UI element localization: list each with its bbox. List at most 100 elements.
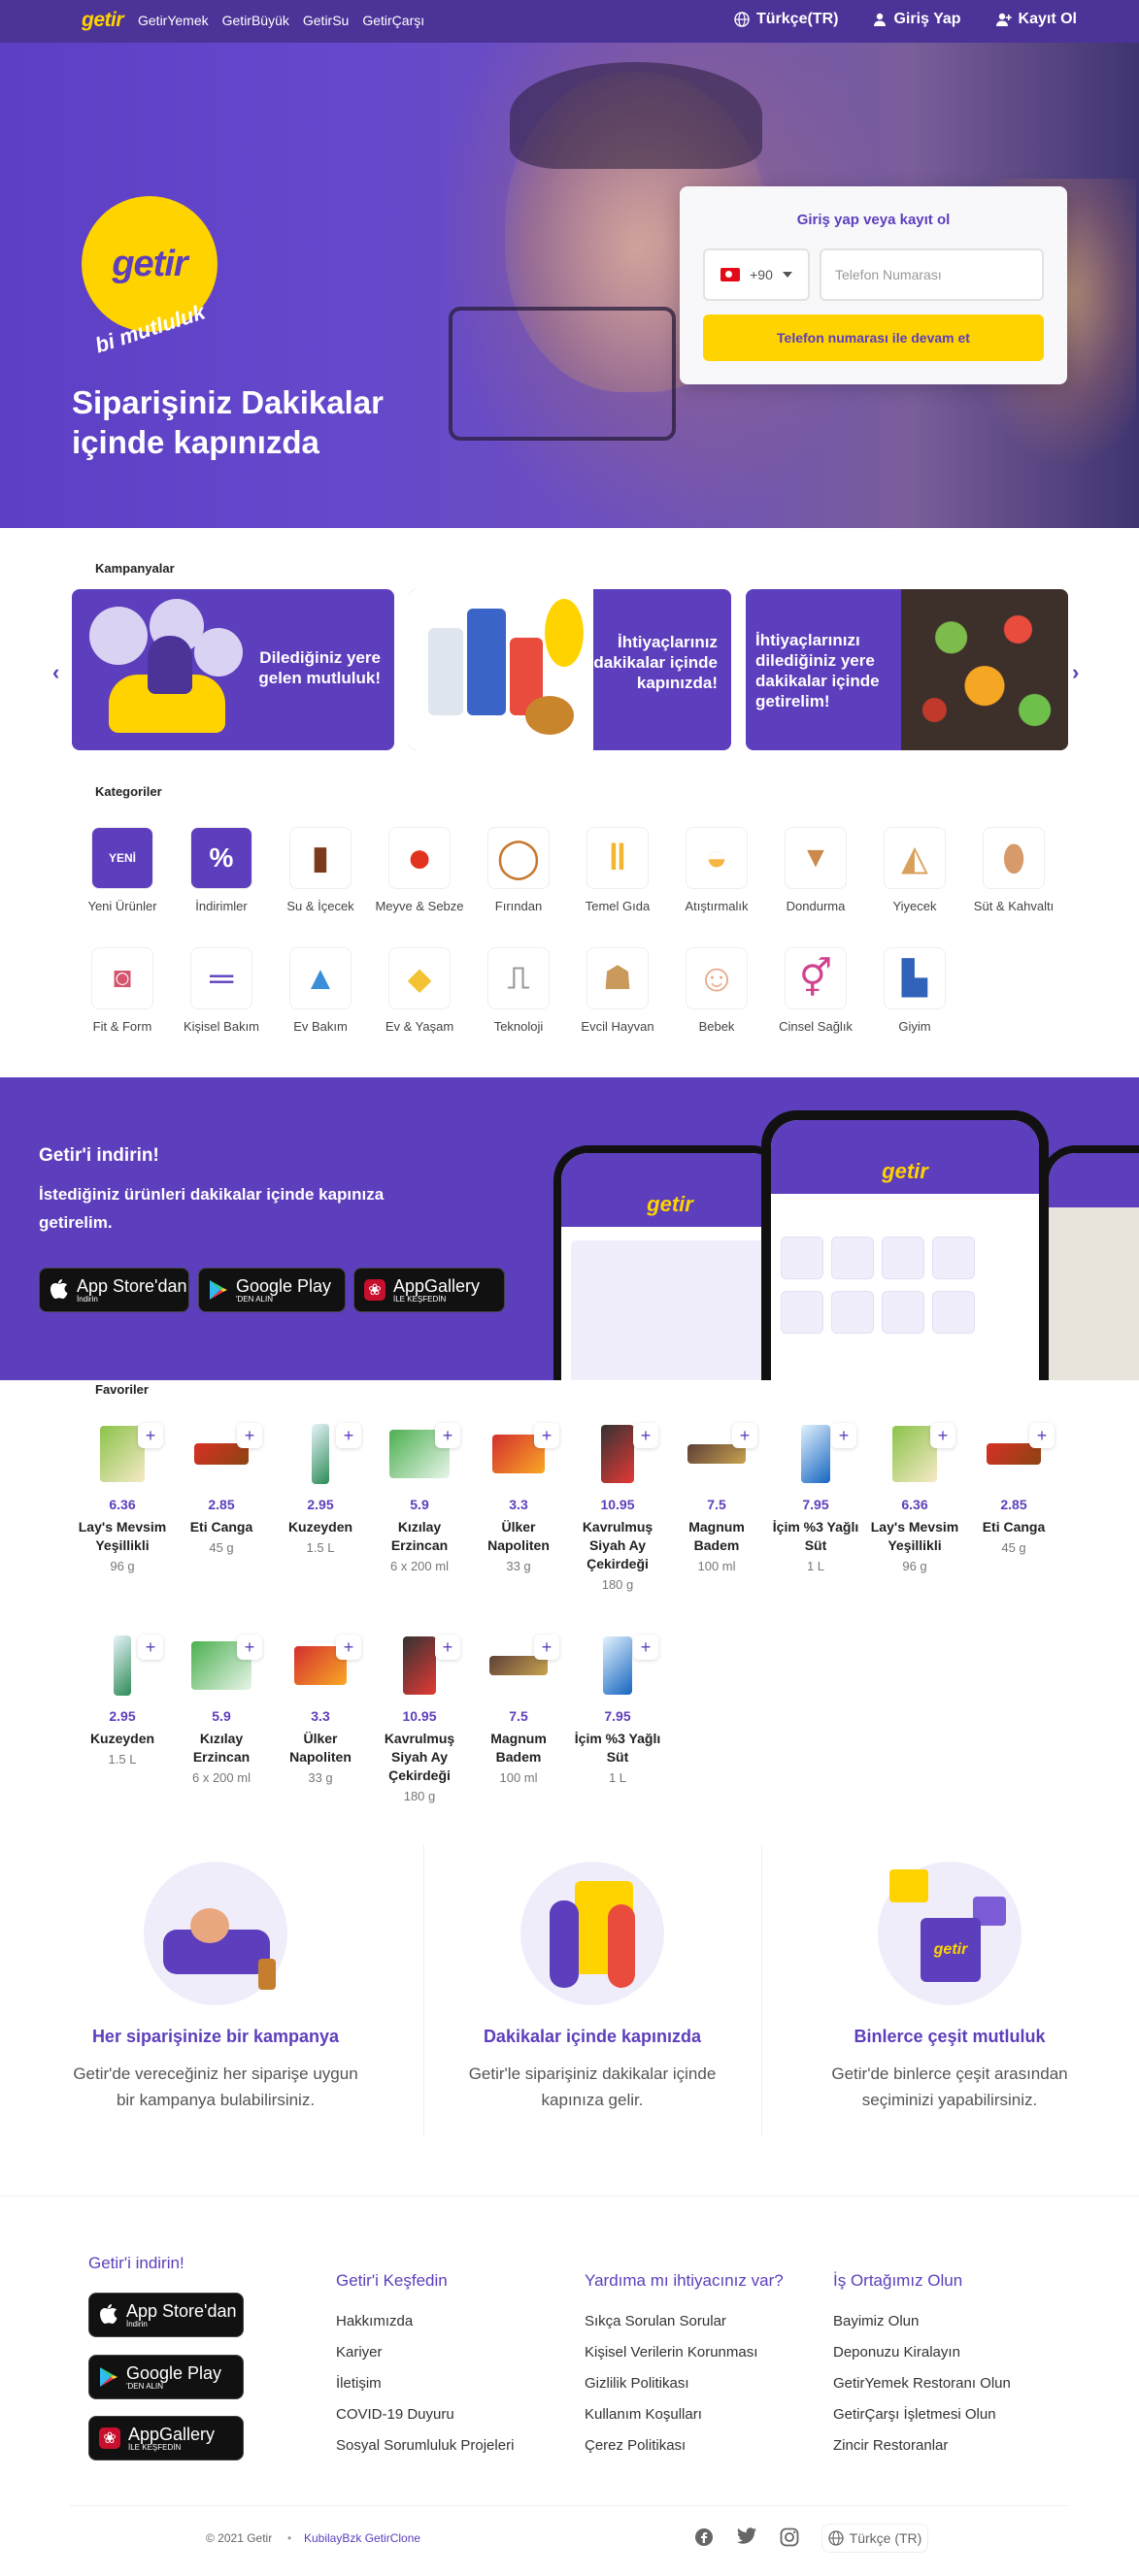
instagram-icon[interactable] <box>779 2527 800 2549</box>
add-to-cart-button[interactable]: + <box>336 1635 361 1660</box>
chevron-left-icon[interactable]: ‹ <box>52 660 59 685</box>
credit-link[interactable]: KubilayBzk GetirClone <box>304 2531 420 2545</box>
add-to-cart-button[interactable]: + <box>534 1423 559 1448</box>
add-to-cart-button[interactable]: + <box>138 1423 163 1448</box>
facebook-icon[interactable] <box>693 2527 715 2549</box>
nav-link-getircarsi[interactable]: GetirÇarşı <box>362 13 424 28</box>
product-card[interactable]: +5.9 Kızılay Erzincan 6 x 200 ml <box>173 1635 270 1785</box>
footer-language-selector[interactable]: Türkçe (TR) <box>821 2524 928 2553</box>
nav-link-getirbuyuk[interactable]: GetirBüyük <box>222 13 289 28</box>
add-to-cart-button[interactable]: + <box>831 1423 856 1448</box>
category-item[interactable]: ◒ Atıştırmalık <box>668 827 765 913</box>
campaign-card-2[interactable]: İhtiyaçlarınız dakikalar içinde kapınızd… <box>409 589 731 750</box>
add-to-cart-button[interactable]: + <box>534 1635 559 1660</box>
add-to-cart-button[interactable]: + <box>336 1423 361 1448</box>
product-card[interactable]: +2.95 Kuzeyden 1.5 L <box>272 1423 369 1555</box>
product-card[interactable]: +2.95 Kuzeyden 1.5 L <box>74 1635 171 1767</box>
chevron-right-icon[interactable]: › <box>1072 660 1079 685</box>
add-to-cart-button[interactable]: + <box>138 1635 163 1660</box>
category-item[interactable]: ⚥ Cinsel Sağlık <box>767 947 864 1034</box>
product-card[interactable]: +7.95 İçim %3 Yağlı Süt 1 L <box>767 1423 864 1573</box>
add-to-cart-button[interactable]: + <box>1029 1423 1055 1448</box>
footer-link[interactable]: Kişisel Verilerin Korunması <box>585 2344 757 2361</box>
product-card[interactable]: +5.9 Kızılay Erzincan 6 x 200 ml <box>371 1423 468 1573</box>
product-card[interactable]: +7.5 Magnum Badem 100 ml <box>668 1423 765 1573</box>
footer-app-store-button[interactable]: App Store'dan İndirin <box>88 2293 244 2337</box>
footer-link[interactable]: Hakkımızda <box>336 2313 413 2329</box>
category-item[interactable]: ☗ Evcil Hayvan <box>569 947 666 1034</box>
footer-link[interactable]: Gizlilik Politikası <box>585 2375 689 2392</box>
footer-google-play-button[interactable]: Google Play 'DEN ALIN <box>88 2355 244 2399</box>
category-item[interactable]: ◆ Ev & Yaşam <box>371 947 468 1034</box>
login-link[interactable]: Giriş Yap <box>873 11 961 28</box>
product-card[interactable]: +10.95 Kavrulmuş Siyah Ay Çekirdeği 180 g <box>569 1423 666 1592</box>
footer-link[interactable]: GetirYemek Restoranı Olun <box>833 2375 1011 2392</box>
product-card[interactable]: +3.3 Ülker Napoliten 33 g <box>272 1635 369 1785</box>
category-item[interactable]: YENİ Yeni Ürünler <box>74 827 171 913</box>
product-attribute: 33 g <box>308 1770 333 1785</box>
country-code-select[interactable]: +90 <box>703 248 810 301</box>
category-label: Giyim <box>898 1019 931 1034</box>
getir-logo[interactable]: getir <box>82 9 124 32</box>
footer-link[interactable]: COVID-19 Duyuru <box>336 2406 454 2423</box>
nav-link-getiryemek[interactable]: GetirYemek <box>138 13 209 28</box>
product-card[interactable]: +2.85 Eti Canga 45 g <box>173 1423 270 1555</box>
campaign-card-3[interactable]: İhtiyaçlarınızı dilediğiniz yere dakikal… <box>746 589 1068 750</box>
campaign-card-1[interactable]: Dilediğiniz yere gelen mutluluk! <box>72 589 394 750</box>
footer-link[interactable]: İletişim <box>336 2375 382 2392</box>
add-to-cart-button[interactable]: + <box>930 1423 955 1448</box>
continue-with-phone-button[interactable]: Telefon numarası ile devam et <box>703 314 1044 361</box>
category-item[interactable]: ◙ Fit & Form <box>74 947 171 1034</box>
category-item[interactable]: ▮ Su & İçecek <box>272 827 369 913</box>
products-illustration <box>409 589 593 750</box>
category-item[interactable]: ═ Kişisel Bakım <box>173 947 270 1034</box>
footer-link[interactable]: Kullanım Koşulları <box>585 2406 702 2423</box>
product-card[interactable]: +2.85 Eti Canga 45 g <box>965 1423 1062 1555</box>
category-item[interactable]: ⎍ Teknoloji <box>470 947 567 1034</box>
add-to-cart-button[interactable]: + <box>435 1423 460 1448</box>
product-name: Lay's Mevsim Yeşillikli <box>870 1519 959 1553</box>
language-selector[interactable]: Türkçe(TR) <box>734 11 838 28</box>
category-item[interactable]: ⬮ Süt & Kahvaltı <box>965 827 1062 913</box>
footer-link[interactable]: Kariyer <box>336 2344 383 2361</box>
category-item[interactable]: ▙ Giyim <box>866 947 963 1034</box>
category-item[interactable]: ‖ Temel Gıda <box>569 827 666 913</box>
category-item[interactable]: ▲ Ev Bakım <box>272 947 369 1034</box>
category-item[interactable]: ◯ Fırından <box>470 827 567 913</box>
add-to-cart-button[interactable]: + <box>633 1423 658 1448</box>
footer-link[interactable]: Bayimiz Olun <box>833 2313 919 2329</box>
add-to-cart-button[interactable]: + <box>237 1635 262 1660</box>
footer-app-gallery-button[interactable]: ❀ AppGallery İLE KEŞFEDİN <box>88 2416 244 2460</box>
app-store-button[interactable]: App Store'dan İndirin <box>39 1268 189 1312</box>
category-item[interactable]: ☺ Bebek <box>668 947 765 1034</box>
add-to-cart-button[interactable]: + <box>237 1423 262 1448</box>
twitter-icon[interactable] <box>736 2527 757 2549</box>
signup-link[interactable]: Kayıt Ol <box>995 11 1077 28</box>
product-card[interactable]: +7.95 İçim %3 Yağlı Süt 1 L <box>569 1635 666 1785</box>
nav-link-getirsu[interactable]: GetirSu <box>303 13 349 28</box>
add-to-cart-button[interactable]: + <box>633 1635 658 1660</box>
category-item[interactable]: ▼ Dondurma <box>767 827 864 913</box>
category-item[interactable]: % İndirimler <box>173 827 270 913</box>
product-card[interactable]: +6.36 Lay's Mevsim Yeşillikli 96 g <box>866 1423 963 1573</box>
product-card[interactable]: +6.36 Lay's Mevsim Yeşillikli 96 g <box>74 1423 171 1573</box>
add-to-cart-button[interactable]: + <box>732 1423 757 1448</box>
footer-link[interactable]: Sıkça Sorulan Sorular <box>585 2313 726 2329</box>
product-card[interactable]: +3.3 Ülker Napoliten 33 g <box>470 1423 567 1573</box>
hero-banner: getir bi mutluluk Siparişiniz Dakikalar … <box>0 43 1139 528</box>
footer-link[interactable]: Sosyal Sorumluluk Projeleri <box>336 2437 514 2454</box>
product-card[interactable]: +10.95 Kavrulmuş Siyah Ay Çekirdeği 180 g <box>371 1635 468 1803</box>
add-to-cart-button[interactable]: + <box>435 1635 460 1660</box>
google-play-button[interactable]: Google Play 'DEN ALIN <box>198 1268 346 1312</box>
phone-number-input[interactable] <box>820 248 1044 301</box>
footer-link[interactable]: GetirÇarşı İşletmesi Olun <box>833 2406 996 2423</box>
product-card[interactable]: +7.5 Magnum Badem 100 ml <box>470 1635 567 1785</box>
footer-link[interactable]: Çerez Politikası <box>585 2437 686 2454</box>
footer-link[interactable]: Zincir Restoranlar <box>833 2437 948 2454</box>
turkey-flag-icon <box>720 268 741 281</box>
footer-column-title: Yardıma mı ihtiyacınız var? <box>585 2271 784 2290</box>
footer-link[interactable]: Deponuzu Kiralayın <box>833 2344 960 2361</box>
category-item[interactable]: ◭ Yiyecek <box>866 827 963 913</box>
category-item[interactable]: ● Meyve & Sebze <box>371 827 468 913</box>
app-gallery-button[interactable]: ❀ AppGallery İLE KEŞFEDİN <box>353 1268 505 1312</box>
